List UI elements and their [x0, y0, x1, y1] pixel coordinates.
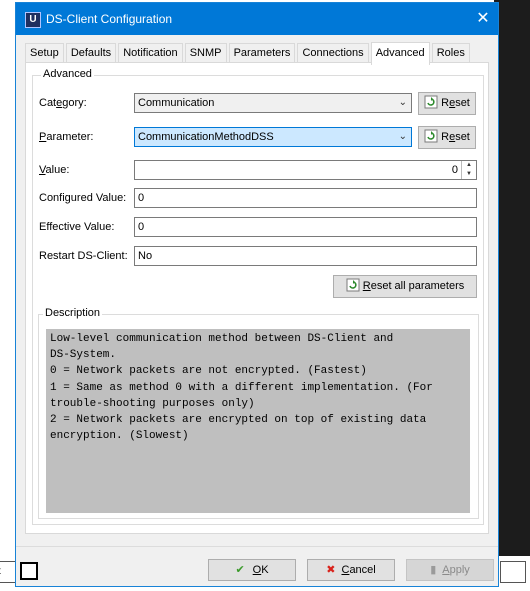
dialog-window: U DS-Client Configuration ✕ Setup Defaul… [15, 2, 499, 587]
checkmark-icon: ✔ [235, 564, 245, 576]
tab-notification[interactable]: Notification [118, 43, 183, 63]
category-reset-button[interactable]: Reset [418, 92, 476, 115]
description-text: Low-level communication method between D… [46, 329, 470, 513]
value-value: 0 [451, 164, 458, 176]
value-spinbox[interactable]: 0 ▲ ▼ [134, 160, 477, 180]
apply-icon: ▮ [430, 564, 437, 576]
parameter-value: CommunicationMethodDSS [138, 131, 274, 143]
tab-snmp[interactable]: SNMP [184, 43, 227, 63]
value-label: Value: [39, 164, 70, 176]
tab-strip: Setup Defaults Notification SNMP Paramet… [25, 41, 470, 65]
close-icon[interactable]: ✕ [468, 3, 498, 35]
tab-parameters[interactable]: Parameters [228, 43, 296, 63]
reset-all-parameters-button[interactable]: Reset all parameters [333, 275, 477, 298]
parameter-reset-button[interactable]: Reset [418, 126, 476, 149]
restart-field[interactable]: No [134, 246, 477, 266]
reset-icon [424, 95, 438, 109]
background-window-dark [494, 0, 530, 556]
category-label: Category: [39, 97, 87, 109]
description-title: Description [43, 307, 103, 319]
reset-icon [424, 129, 438, 143]
effective-value-label: Effective Value: [39, 221, 115, 233]
tab-connections[interactable]: Connections [297, 43, 369, 63]
tab-roles[interactable]: Roles [431, 43, 470, 63]
reset-icon [346, 278, 360, 292]
background-partial-box [500, 561, 526, 583]
advanced-tab-panel: Advanced Category: Communication ⌄ Reset… [25, 62, 489, 534]
parameter-dropdown[interactable]: CommunicationMethodDSS ⌄ [134, 127, 412, 147]
effective-value-field[interactable]: 0 [134, 217, 477, 237]
configured-value-field[interactable]: 0 [134, 188, 477, 208]
app-icon: U [25, 12, 41, 28]
tab-setup[interactable]: Setup [25, 43, 64, 63]
spin-arrows-icon[interactable]: ▲ ▼ [461, 161, 476, 179]
category-dropdown[interactable]: Communication ⌄ [134, 93, 412, 113]
footer-divider [16, 546, 498, 547]
configured-value-label: Configured Value: [39, 192, 127, 204]
advanced-group: Advanced Category: Communication ⌄ Reset… [32, 68, 484, 525]
restart-label: Restart DS-Client: [39, 250, 128, 262]
chevron-down-icon: ⌄ [398, 97, 407, 108]
background-checkbox [20, 562, 38, 580]
chevron-down-icon: ⌄ [398, 131, 407, 142]
cancel-button[interactable]: ✖ Cancel [307, 559, 395, 581]
tab-defaults[interactable]: Defaults [65, 43, 117, 63]
title-bar[interactable]: U DS-Client Configuration ✕ [16, 3, 498, 35]
tab-advanced[interactable]: Advanced [370, 42, 430, 65]
ok-button[interactable]: ✔ OK [208, 559, 296, 581]
cancel-x-icon: ✖ [326, 564, 336, 576]
apply-button[interactable]: ▮ Apply [406, 559, 494, 581]
window-title: DS-Client Configuration [46, 12, 173, 26]
parameter-label: Parameter: [39, 131, 94, 143]
category-value: Communication [138, 97, 215, 109]
advanced-group-title: Advanced [41, 68, 94, 80]
